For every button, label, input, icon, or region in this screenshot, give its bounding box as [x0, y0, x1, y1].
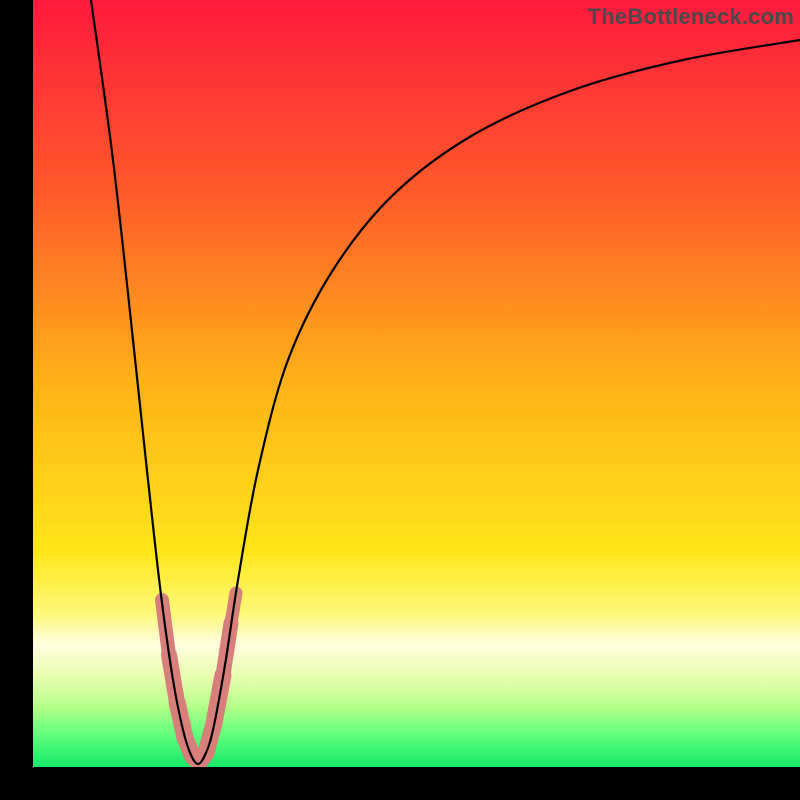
chart-svg — [33, 0, 800, 767]
plot-area: TheBottleneck.com — [33, 0, 800, 767]
bottleneck-curve — [91, 0, 800, 764]
outer-frame: TheBottleneck.com — [0, 0, 800, 800]
